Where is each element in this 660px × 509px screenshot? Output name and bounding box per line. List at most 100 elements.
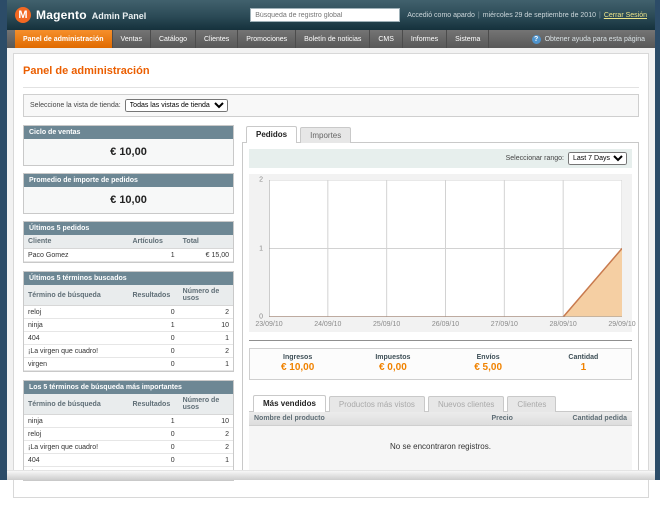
current-date: miércoles 29 de septiembre de 2010 — [482, 11, 596, 19]
bottom-bar — [7, 470, 655, 480]
x-tick-label: 28/09/10 — [549, 321, 577, 328]
table-cell: 1 — [128, 248, 179, 262]
y-tick-label: 2 — [259, 176, 263, 184]
nav-item-sistema[interactable]: Sistema — [447, 30, 490, 48]
last-orders-section: Últimos 5 pedidos Cliente Artículos Tota… — [23, 221, 234, 263]
table-header-row: Término de búsqueda Resultados Número de… — [24, 394, 233, 415]
total-ingresos: Ingresos € 10,00 — [250, 354, 345, 373]
table-row[interactable]: ¡La virgen que cuadro! 0 2 — [24, 440, 233, 454]
logout-link[interactable]: Cerrar Sesión — [604, 12, 647, 19]
nav-item-dashboard[interactable]: Panel de administración — [15, 30, 113, 48]
help-link[interactable]: ? Obtener ayuda para esta página — [531, 30, 655, 48]
store-view-bar: Seleccione la vista de tienda: Todas las… — [23, 94, 639, 117]
table-header-row: Cliente Artículos Total — [24, 235, 233, 249]
section-title: Últimos 5 pedidos — [24, 222, 233, 235]
table-cell: 0 — [128, 453, 179, 467]
y-tick-label: 1 — [259, 245, 263, 252]
table-cell: virgen — [24, 357, 129, 371]
orders-chart: 0 1 2 23/09/10 24/09/10 25/09/10 26/09/10 27/0… — [249, 174, 636, 332]
column-header: Número de usos — [178, 285, 233, 306]
x-tick-label: 29/09/10 — [608, 321, 636, 328]
stat-box-value: € 10,00 — [24, 187, 233, 213]
tab-mas-vendidos[interactable]: Más vendidos — [253, 395, 326, 412]
column-header: Cliente — [24, 235, 129, 249]
separator: | — [477, 11, 480, 19]
tab-pedidos[interactable]: Pedidos — [246, 126, 298, 143]
chart-tabs: Pedidos Importes — [242, 125, 639, 143]
bestsellers-table: Nombre del producto Precio Cantidad pedi… — [249, 412, 632, 426]
global-search-input[interactable] — [250, 8, 401, 22]
page-head: Panel de administración — [14, 54, 648, 83]
total-impuestos: Impuestos € 0,00 — [345, 354, 440, 373]
tab-clientes[interactable]: Clientes — [507, 396, 557, 412]
table-cell: ¡La virgen que cuadro! — [24, 440, 129, 454]
nav-item-catalogo[interactable]: Catálogo — [151, 30, 196, 48]
chart-svg — [269, 180, 622, 317]
nav-item-informes[interactable]: Informes — [403, 30, 448, 48]
table-row[interactable]: ninja 1 10 — [24, 414, 233, 428]
range-select[interactable]: Last 7 Days — [568, 152, 627, 165]
tab-productos-mas-vistos[interactable]: Productos más vistos — [328, 396, 425, 412]
help-icon: ? — [531, 34, 541, 44]
table-cell: 0 — [128, 440, 179, 454]
table-cell: 2 — [178, 427, 233, 441]
nav-item-cms[interactable]: CMS — [370, 30, 403, 48]
table-row[interactable]: 404 0 1 — [24, 453, 233, 467]
session-info: Accedió como apardo | miércoles 29 de sept… — [407, 12, 647, 19]
store-view-select[interactable]: Todas las vistas de tienda — [124, 99, 228, 112]
chart-panel: Seleccionar rango: Last 7 Days 0 1 2 23/09… — [242, 143, 639, 478]
x-tick-label: 25/09/10 — [373, 321, 401, 328]
footer-gap — [7, 503, 655, 509]
column-header: Artículos — [128, 235, 179, 249]
column-header: Término de búsqueda — [24, 394, 129, 415]
tab-nuevos-clientes[interactable]: Nuevos clientes — [427, 396, 505, 412]
table-cell: 1 — [178, 331, 233, 345]
nav-item-ventas[interactable]: Ventas — [113, 30, 151, 48]
table-row[interactable]: virgen 0 1 — [24, 357, 233, 371]
column-header: Término de búsqueda — [24, 285, 129, 306]
totals-bar: Ingresos € 10,00 Impuestos € 0,00 Envíos… — [249, 348, 632, 380]
tab-importes[interactable]: Importes — [300, 127, 352, 143]
average-order-box: Promedio de importe de pedidos € 10,00 — [23, 173, 234, 214]
x-tick-label: 24/09/10 — [314, 321, 342, 328]
separator: | — [598, 11, 601, 19]
brand-title: Magento — [36, 8, 87, 22]
table-cell: reloj — [24, 427, 129, 441]
table-cell: 0 — [128, 305, 179, 319]
table-row[interactable]: reloj 0 2 — [24, 305, 233, 319]
stat-box-title: Promedio de importe de pedidos — [24, 174, 233, 187]
chart-plot-area — [269, 180, 622, 317]
dashboard-main: Pedidos Importes Seleccionar rango: Last… — [242, 125, 639, 478]
nav-item-clientes[interactable]: Clientes — [196, 30, 239, 48]
sidebar-stats: Ciclo de ventas € 10,00 Promedio de impo… — [23, 125, 234, 489]
table-cell: Paco Gomez — [24, 248, 129, 262]
column-header: Número de usos — [178, 394, 233, 415]
table-cell: 2 — [178, 344, 233, 358]
divider — [249, 340, 632, 341]
admin-header: M Magento Admin Panel Accedió como apard… — [7, 0, 655, 30]
brand-subtitle: Admin Panel — [91, 11, 147, 21]
table-cell: 1 — [178, 357, 233, 371]
table-cell: 10 — [178, 414, 233, 428]
x-tick-label: 27/09/10 — [490, 321, 518, 328]
total-value: € 0,00 — [378, 362, 407, 373]
table-row[interactable]: reloj 0 2 — [24, 427, 233, 441]
chart-x-axis: 23/09/10 24/09/10 25/09/10 26/09/10 27/09/10… — [255, 321, 635, 330]
total-label: Impuestos — [375, 354, 411, 361]
top-search-terms-table: Término de búsqueda Resultados Número de… — [24, 394, 233, 480]
table-cell: 1 — [178, 453, 233, 467]
logged-in-as: Accedió como apardo — [407, 11, 475, 19]
last-search-terms-table: Término de búsqueda Resultados Número de… — [24, 285, 233, 371]
nav-item-promociones[interactable]: Promociones — [238, 30, 297, 48]
nav-item-boletin[interactable]: Boletín de noticias — [296, 30, 371, 48]
table-cell: 1 — [128, 414, 179, 428]
table-row[interactable]: ninja 1 10 — [24, 318, 233, 332]
table-row[interactable]: Paco Gomez 1 € 15,00 — [24, 248, 233, 262]
column-header: Cantidad pedida — [563, 412, 632, 426]
table-cell: 1 — [128, 318, 179, 332]
table-row[interactable]: 404 0 1 — [24, 331, 233, 345]
column-header: Resultados — [128, 285, 179, 306]
table-row[interactable]: ¡La virgen que cuadro! 0 2 — [24, 344, 233, 358]
magento-logo-icon: M — [15, 7, 31, 23]
total-label: Cantidad — [568, 354, 599, 361]
